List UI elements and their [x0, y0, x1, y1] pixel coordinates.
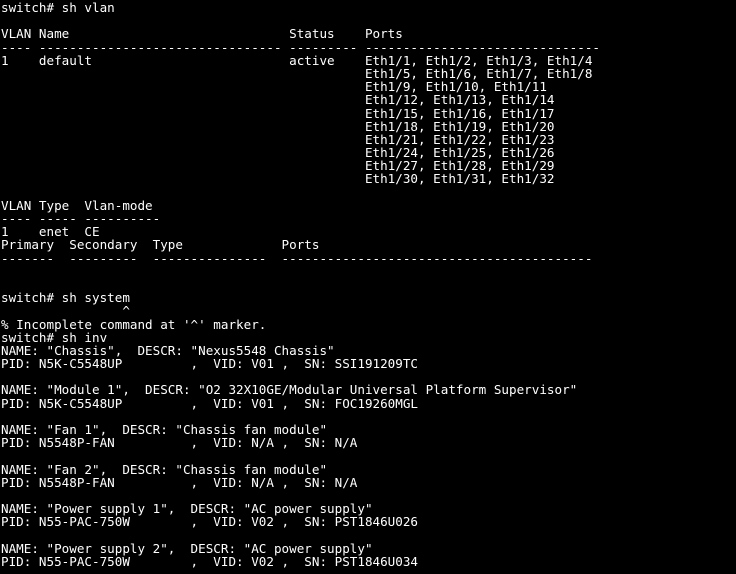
terminal-window[interactable]: switch# sh vlan VLAN Name Status Ports --… — [0, 0, 736, 574]
terminal-line: switch# sh inv — [1, 329, 108, 345]
terminal-line: PID: N5548P-FAN , VID: N/A , SN: N/A — [1, 435, 358, 451]
terminal-line: Eth1/30, Eth1/31, Eth1/32 — [1, 171, 555, 187]
terminal-line: Eth1/18, Eth1/19, Eth1/20 — [1, 118, 555, 134]
terminal-line: % Incomplete command at '^' marker. — [1, 316, 267, 332]
terminal-line: NAME: "Fan 2", DESCR: "Chassis fan modul… — [1, 461, 328, 477]
terminal-line: NAME: "Module 1", DESCR: "O2 32X10GE/Mod… — [1, 382, 578, 398]
terminal-line: PID: N5K-C5548UP , VID: V01 , SN: FOC192… — [1, 395, 419, 411]
terminal-line: Primary Secondary Type Ports — [1, 237, 320, 253]
terminal-line: PID: N5K-C5548UP , VID: V01 , SN: SSI191… — [1, 356, 419, 372]
terminal-line: switch# sh vlan — [1, 0, 115, 15]
terminal-line: 1 default active Eth1/1, Eth1/2, Eth1/3,… — [1, 52, 593, 68]
terminal-line: Eth1/15, Eth1/16, Eth1/17 — [1, 105, 555, 121]
terminal-line: NAME: "Power supply 2", DESCR: "AC power… — [1, 540, 373, 556]
terminal-line: VLAN Name Status Ports — [1, 26, 403, 42]
terminal-line: PID: N5548P-FAN , VID: N/A , SN: N/A — [1, 474, 358, 490]
terminal-line: PID: N55-PAC-750W , VID: V02 , SN: PST18… — [1, 514, 419, 530]
terminal-line: ------- --------- --------------- ------… — [1, 250, 593, 266]
terminal-line: Eth1/12, Eth1/13, Eth1/14 — [1, 92, 555, 108]
terminal-line: ^ — [1, 303, 130, 319]
terminal-screen-buffer[interactable]: switch# sh vlan VLAN Name Status Ports --… — [1, 1, 600, 574]
terminal-line: PID: N55-PAC-750W , VID: V02 , SN: PST18… — [1, 553, 419, 569]
terminal-line: ---- -------------------------------- --… — [1, 39, 600, 55]
